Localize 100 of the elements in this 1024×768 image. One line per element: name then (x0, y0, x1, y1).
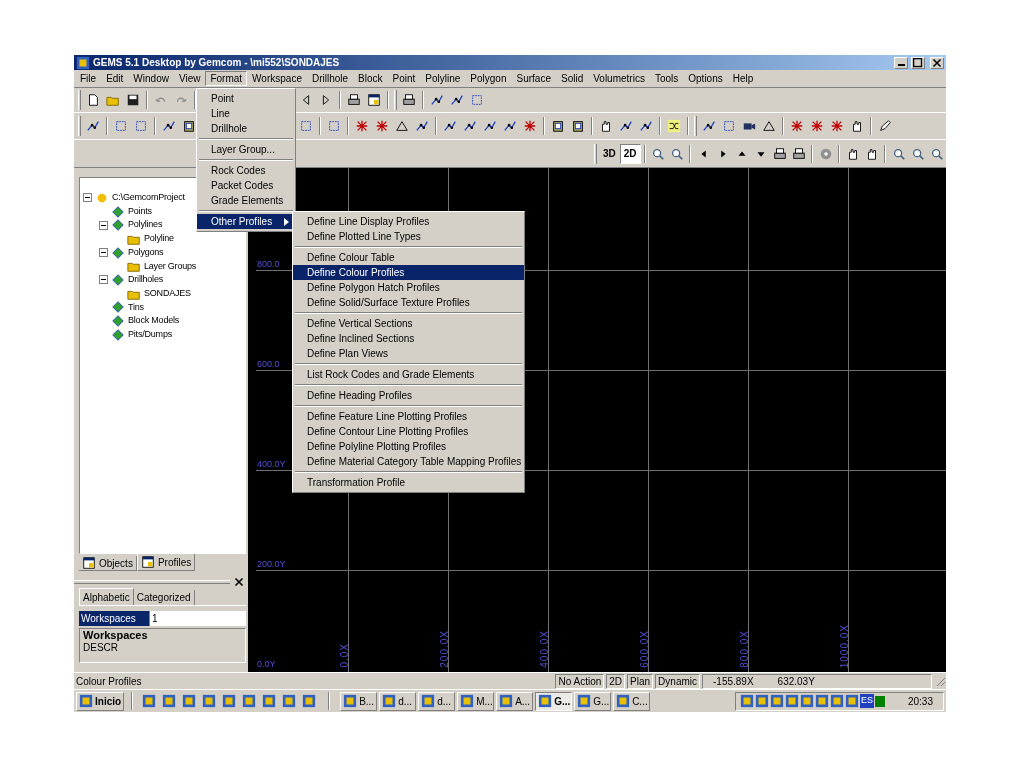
app-icon[interactable] (829, 694, 844, 708)
tree-item[interactable]: C:\GemcomProject (112, 191, 185, 205)
menu-item[interactable]: Transformation Profile (293, 475, 524, 490)
shuffle-icon[interactable] (667, 119, 681, 133)
app-icon[interactable] (242, 694, 257, 708)
taskbar-button[interactable]: d... (418, 691, 456, 711)
menu-item[interactable]: Define Inclined Sections (293, 331, 524, 346)
menu-bar-item[interactable]: Block (353, 71, 388, 86)
polyline-icon[interactable] (450, 93, 464, 107)
menu-item[interactable]: Define Solid/Surface Texture Profiles (293, 295, 524, 310)
menu-item[interactable]: Define Colour Table (293, 250, 524, 265)
frame-icon[interactable] (134, 119, 148, 133)
polyline-icon[interactable] (162, 119, 176, 133)
language-indicator[interactable]: ES (859, 694, 874, 708)
polyline-icon[interactable] (619, 119, 633, 133)
menu-item[interactable]: Define Contour Line Plotting Profiles (293, 424, 524, 439)
property-name[interactable]: Workspaces (79, 611, 149, 626)
frame-icon[interactable] (114, 119, 128, 133)
asterisk-icon[interactable] (355, 119, 369, 133)
tree-item[interactable]: Polylines (128, 218, 163, 232)
menu-item[interactable]: Define Line Display Profiles (293, 214, 524, 229)
collapse-icon[interactable] (83, 193, 92, 203)
app-icon[interactable] (302, 694, 317, 708)
tree-item[interactable]: Points (128, 204, 152, 219)
clipboard-icon[interactable] (551, 119, 565, 133)
frame-icon[interactable] (299, 119, 313, 133)
polyline-icon[interactable] (702, 119, 716, 133)
app-icon[interactable] (844, 694, 859, 708)
asterisk-icon[interactable] (810, 119, 824, 133)
property-tab[interactable]: Categorized (133, 590, 195, 605)
menu-bar-item[interactable]: Workspace (247, 71, 307, 86)
app-icon[interactable] (142, 694, 157, 708)
tree-item[interactable]: SONDAJES (144, 286, 191, 301)
polyline-icon[interactable] (483, 119, 497, 133)
start-button[interactable]: Inicio (76, 691, 125, 711)
app-icon[interactable] (162, 694, 177, 708)
app-icon[interactable] (282, 694, 297, 708)
magnifier-icon[interactable] (891, 146, 906, 161)
collapse-icon[interactable] (99, 275, 108, 285)
printer-icon[interactable] (772, 146, 787, 161)
frame-icon[interactable] (470, 93, 484, 107)
app-icon[interactable] (754, 694, 769, 708)
menu-bar-item[interactable]: Format (205, 71, 248, 86)
frame-icon[interactable] (327, 119, 341, 133)
menu-item[interactable]: Line (197, 106, 295, 121)
menu-item[interactable]: Layer Group... (197, 142, 295, 157)
frame-icon[interactable] (722, 119, 736, 133)
menu-item[interactable]: Define Material Category Table Mapping Profiles (293, 454, 524, 469)
printer-icon[interactable] (791, 146, 806, 161)
asterisk-icon[interactable] (790, 119, 804, 133)
polyline-icon[interactable] (86, 119, 100, 133)
magnifier-icon[interactable] (670, 146, 684, 161)
property-value[interactable]: 1 (149, 611, 246, 626)
tree-item[interactable]: Block Models (128, 314, 180, 328)
menu-bar-item[interactable]: Solid (555, 71, 589, 86)
menu-item[interactable]: Define Vertical Sections (293, 316, 524, 331)
resize-grip-icon[interactable] (934, 675, 946, 687)
tree-item[interactable]: Drillholes (128, 273, 163, 287)
menu-bar-item[interactable]: Drillhole (306, 71, 354, 86)
asterisk-icon[interactable] (830, 119, 844, 133)
app-icon[interactable] (262, 694, 277, 708)
menu-bar-item[interactable]: View (173, 71, 206, 86)
close-icon[interactable] (232, 575, 246, 589)
panel-tab[interactable]: Profiles (136, 554, 196, 571)
taskbar-button[interactable]: A... (496, 691, 534, 711)
menu-item[interactable]: Define Feature Line Plotting Profiles (293, 409, 524, 424)
menu-item[interactable]: Define Polygon Hatch Profiles (293, 280, 524, 295)
polyline-icon[interactable] (503, 119, 517, 133)
polyline-icon[interactable] (463, 119, 477, 133)
menu-item[interactable]: Define Plotted Line Types (293, 229, 524, 244)
menu-item[interactable]: Define Heading Profiles (293, 388, 524, 403)
taskbar-button[interactable]: G... (574, 691, 612, 711)
taskbar-button[interactable]: M... (457, 691, 495, 711)
menu-bar-item[interactable]: Tools (649, 71, 684, 86)
collapse-icon[interactable] (99, 248, 108, 258)
triangle-icon[interactable] (395, 119, 409, 133)
menu-item[interactable]: Point (197, 91, 295, 106)
menu-bar-item[interactable]: Volumetrics (588, 71, 650, 86)
page-icon[interactable] (86, 93, 100, 107)
window-icon[interactable] (367, 93, 381, 107)
printer-icon[interactable] (402, 93, 416, 107)
taskbar-button[interactable]: d... (379, 691, 417, 711)
magnifier-icon[interactable] (651, 146, 666, 161)
menu-bar-item[interactable]: Edit (101, 71, 129, 86)
taskbar-button[interactable]: G... (535, 691, 573, 711)
menu-item[interactable]: Define Polyline Plotting Profiles (293, 439, 524, 454)
view-mode-button[interactable]: 2D (619, 143, 641, 164)
tree-item[interactable]: Polygons (128, 245, 164, 260)
asterisk-icon[interactable] (375, 119, 389, 133)
polyline-icon[interactable] (443, 119, 457, 133)
polyline-icon[interactable] (430, 93, 444, 107)
app-icon[interactable] (814, 694, 829, 708)
collapse-icon[interactable] (99, 220, 108, 230)
menu-item[interactable]: Drillhole (197, 121, 295, 136)
polyline-icon[interactable] (415, 119, 429, 133)
app-icon[interactable] (202, 694, 217, 708)
menu-bar-item[interactable]: Polygon (465, 71, 512, 86)
tree-item[interactable]: Tins (128, 300, 144, 315)
menu-item[interactable]: Packet Codes (197, 178, 295, 193)
taskbar-button[interactable]: B... (340, 691, 378, 711)
